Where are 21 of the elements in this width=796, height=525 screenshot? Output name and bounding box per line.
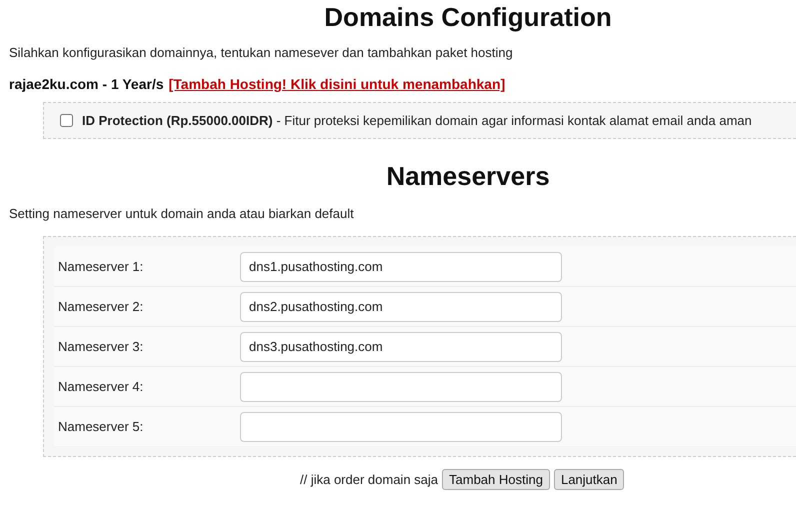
nameserver-label: Nameserver 2: [57,299,144,314]
intro-text: Silahkan konfigurasikan domainnya, tentukan namesever dan tambahkan paket hosting [9,44,514,62]
nameserver-label: Nameserver 3: [57,339,144,354]
addon-label: ID Protection (Rp.55000.00IDR) - Fitur proteksi kepemilikan domain agar informasi kontak alamat email anda aman [82,113,752,128]
nameserver-field[interactable] [240,372,562,402]
section-title: Nameservers [385,161,551,191]
nameserver-field[interactable]: dns1.pusathosting.com [240,252,562,282]
page-title: Domains Configuration [323,2,613,32]
nameserver-field[interactable]: dns2.pusathosting.com [240,292,562,322]
form-button[interactable]: Lanjutkan [554,469,624,490]
add-hosting-link[interactable]: [Tambah Hosting! Klik disini untuk menambahkan] [168,74,506,94]
nameserver-label: Nameserver 5: [57,419,144,434]
addon-checkbox[interactable] [60,114,73,127]
nameserver-field[interactable] [240,412,562,442]
footer-note: // jika order domain saja [300,472,438,487]
nameserver-label: Nameserver 4: [57,379,144,394]
nameserver-intro: Setting nameserver untuk domain anda atau biarkan default [9,205,355,223]
nameserver-field[interactable]: dns3.pusathosting.com [240,332,562,362]
nameserver-label: Nameserver 1: [57,259,144,274]
form-button[interactable]: Tambah Hosting [442,469,550,490]
domain-name: rajae2ku.com - 1 Year/s [9,75,164,94]
